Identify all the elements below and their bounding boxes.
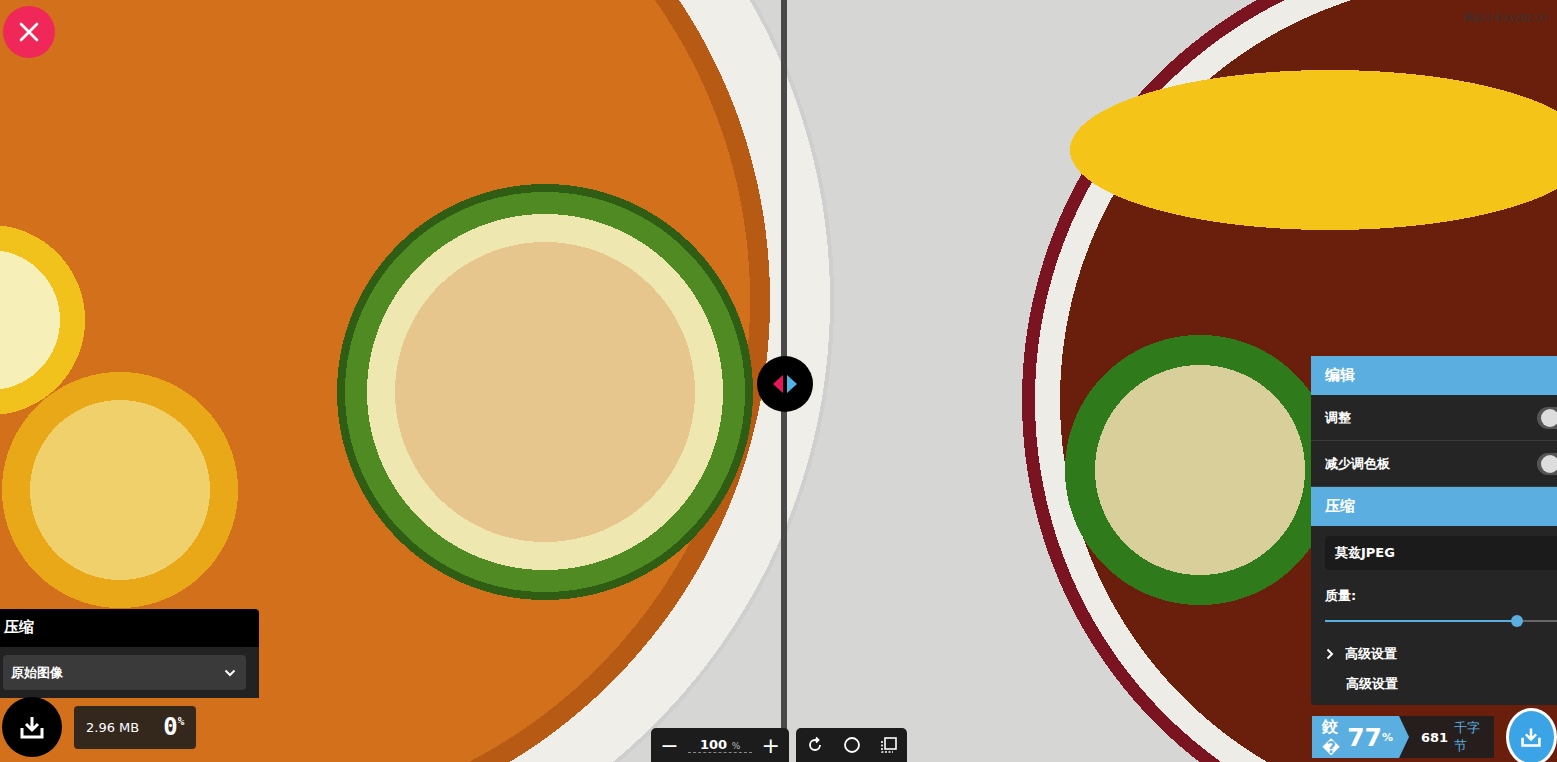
size-box: 2.96 MB 0% xyxy=(74,706,196,749)
chevron-down-icon xyxy=(224,669,236,677)
option-row[interactable]: 减少调色板 xyxy=(1311,441,1557,487)
zoom-in-button[interactable]: + xyxy=(752,728,789,762)
panel-title: 压缩 xyxy=(0,609,259,647)
download-icon xyxy=(1520,726,1542,748)
watermark: 网友小宋xyzbz.cn xyxy=(1464,11,1548,25)
file-size: 2.96 MB xyxy=(86,720,139,735)
advanced-label: 高级设置 xyxy=(1346,675,1398,693)
slider-thumb[interactable] xyxy=(1511,615,1523,627)
right-results: 鉸� 77 % 681 千字节 xyxy=(1312,708,1557,762)
download-icon xyxy=(19,714,45,740)
edit-section-title: 编辑 xyxy=(1311,356,1557,395)
advanced-label: 高级设置 xyxy=(1345,645,1397,663)
compare-view: 网友小宋xyzbz.cn 压缩 原始图像 2.96 MB 0% − 100 % … xyxy=(0,0,1557,762)
slider-fill xyxy=(1325,620,1517,622)
toggle-knob xyxy=(1541,409,1557,427)
option-label: 调整 xyxy=(1325,409,1351,427)
right-options-panel: 编辑 调整 减少调色板 压缩 莫兹JPEG 质量: 高级设置高级设置 xyxy=(1311,356,1557,705)
size-value: 681 xyxy=(1421,730,1448,745)
left-results: 2.96 MB 0% xyxy=(2,697,196,757)
select-value: 原始图像 xyxy=(11,664,63,682)
percent-saved: 鉸� 77 % xyxy=(1312,716,1409,758)
advanced-settings-label: 高级设置 xyxy=(1325,669,1557,699)
background-toggle-button[interactable] xyxy=(833,728,870,762)
side-by-side-button[interactable] xyxy=(870,728,907,762)
close-button[interactable] xyxy=(3,6,55,58)
layers-icon xyxy=(880,736,898,754)
drag-arrows-icon xyxy=(770,373,800,395)
percent-prefix: 鉸� xyxy=(1322,717,1345,757)
compress-section-title: 压缩 xyxy=(1311,487,1557,526)
size-unit: 千字节 xyxy=(1454,719,1484,755)
option-toggle[interactable] xyxy=(1537,453,1557,475)
option-toggle[interactable] xyxy=(1537,407,1557,429)
advanced-settings-toggle[interactable]: 高级设置 xyxy=(1325,639,1557,669)
percent-sign: % xyxy=(1382,731,1393,744)
option-row[interactable]: 调整 xyxy=(1311,395,1557,441)
quality-slider[interactable] xyxy=(1325,609,1557,633)
percent-value: 77 xyxy=(1347,723,1382,752)
left-options-panel: 压缩 原始图像 xyxy=(0,609,259,698)
zoom-out-button[interactable]: − xyxy=(651,728,688,762)
codec-select[interactable]: 莫兹JPEG xyxy=(1325,536,1557,570)
rotate-button[interactable] xyxy=(796,728,833,762)
toggle-knob xyxy=(1541,455,1557,473)
zoom-value[interactable]: 100 % xyxy=(688,737,752,753)
quality-label: 质量: xyxy=(1325,587,1557,605)
zoom-toolbar: − 100 % + xyxy=(651,728,907,762)
compressed-size: 681 千字节 xyxy=(1399,716,1494,758)
close-icon xyxy=(18,21,40,43)
divider-handle[interactable] xyxy=(757,356,813,412)
circle-icon xyxy=(843,736,861,754)
percent-change: 0% xyxy=(163,713,184,741)
chevron-right-icon xyxy=(1325,648,1335,660)
slider-track xyxy=(1325,620,1557,622)
download-button[interactable] xyxy=(2,697,62,757)
download-compressed-button[interactable] xyxy=(1506,708,1557,762)
rotate-icon xyxy=(806,736,824,754)
option-label: 减少调色板 xyxy=(1325,455,1390,473)
method-select[interactable]: 原始图像 xyxy=(3,655,246,690)
